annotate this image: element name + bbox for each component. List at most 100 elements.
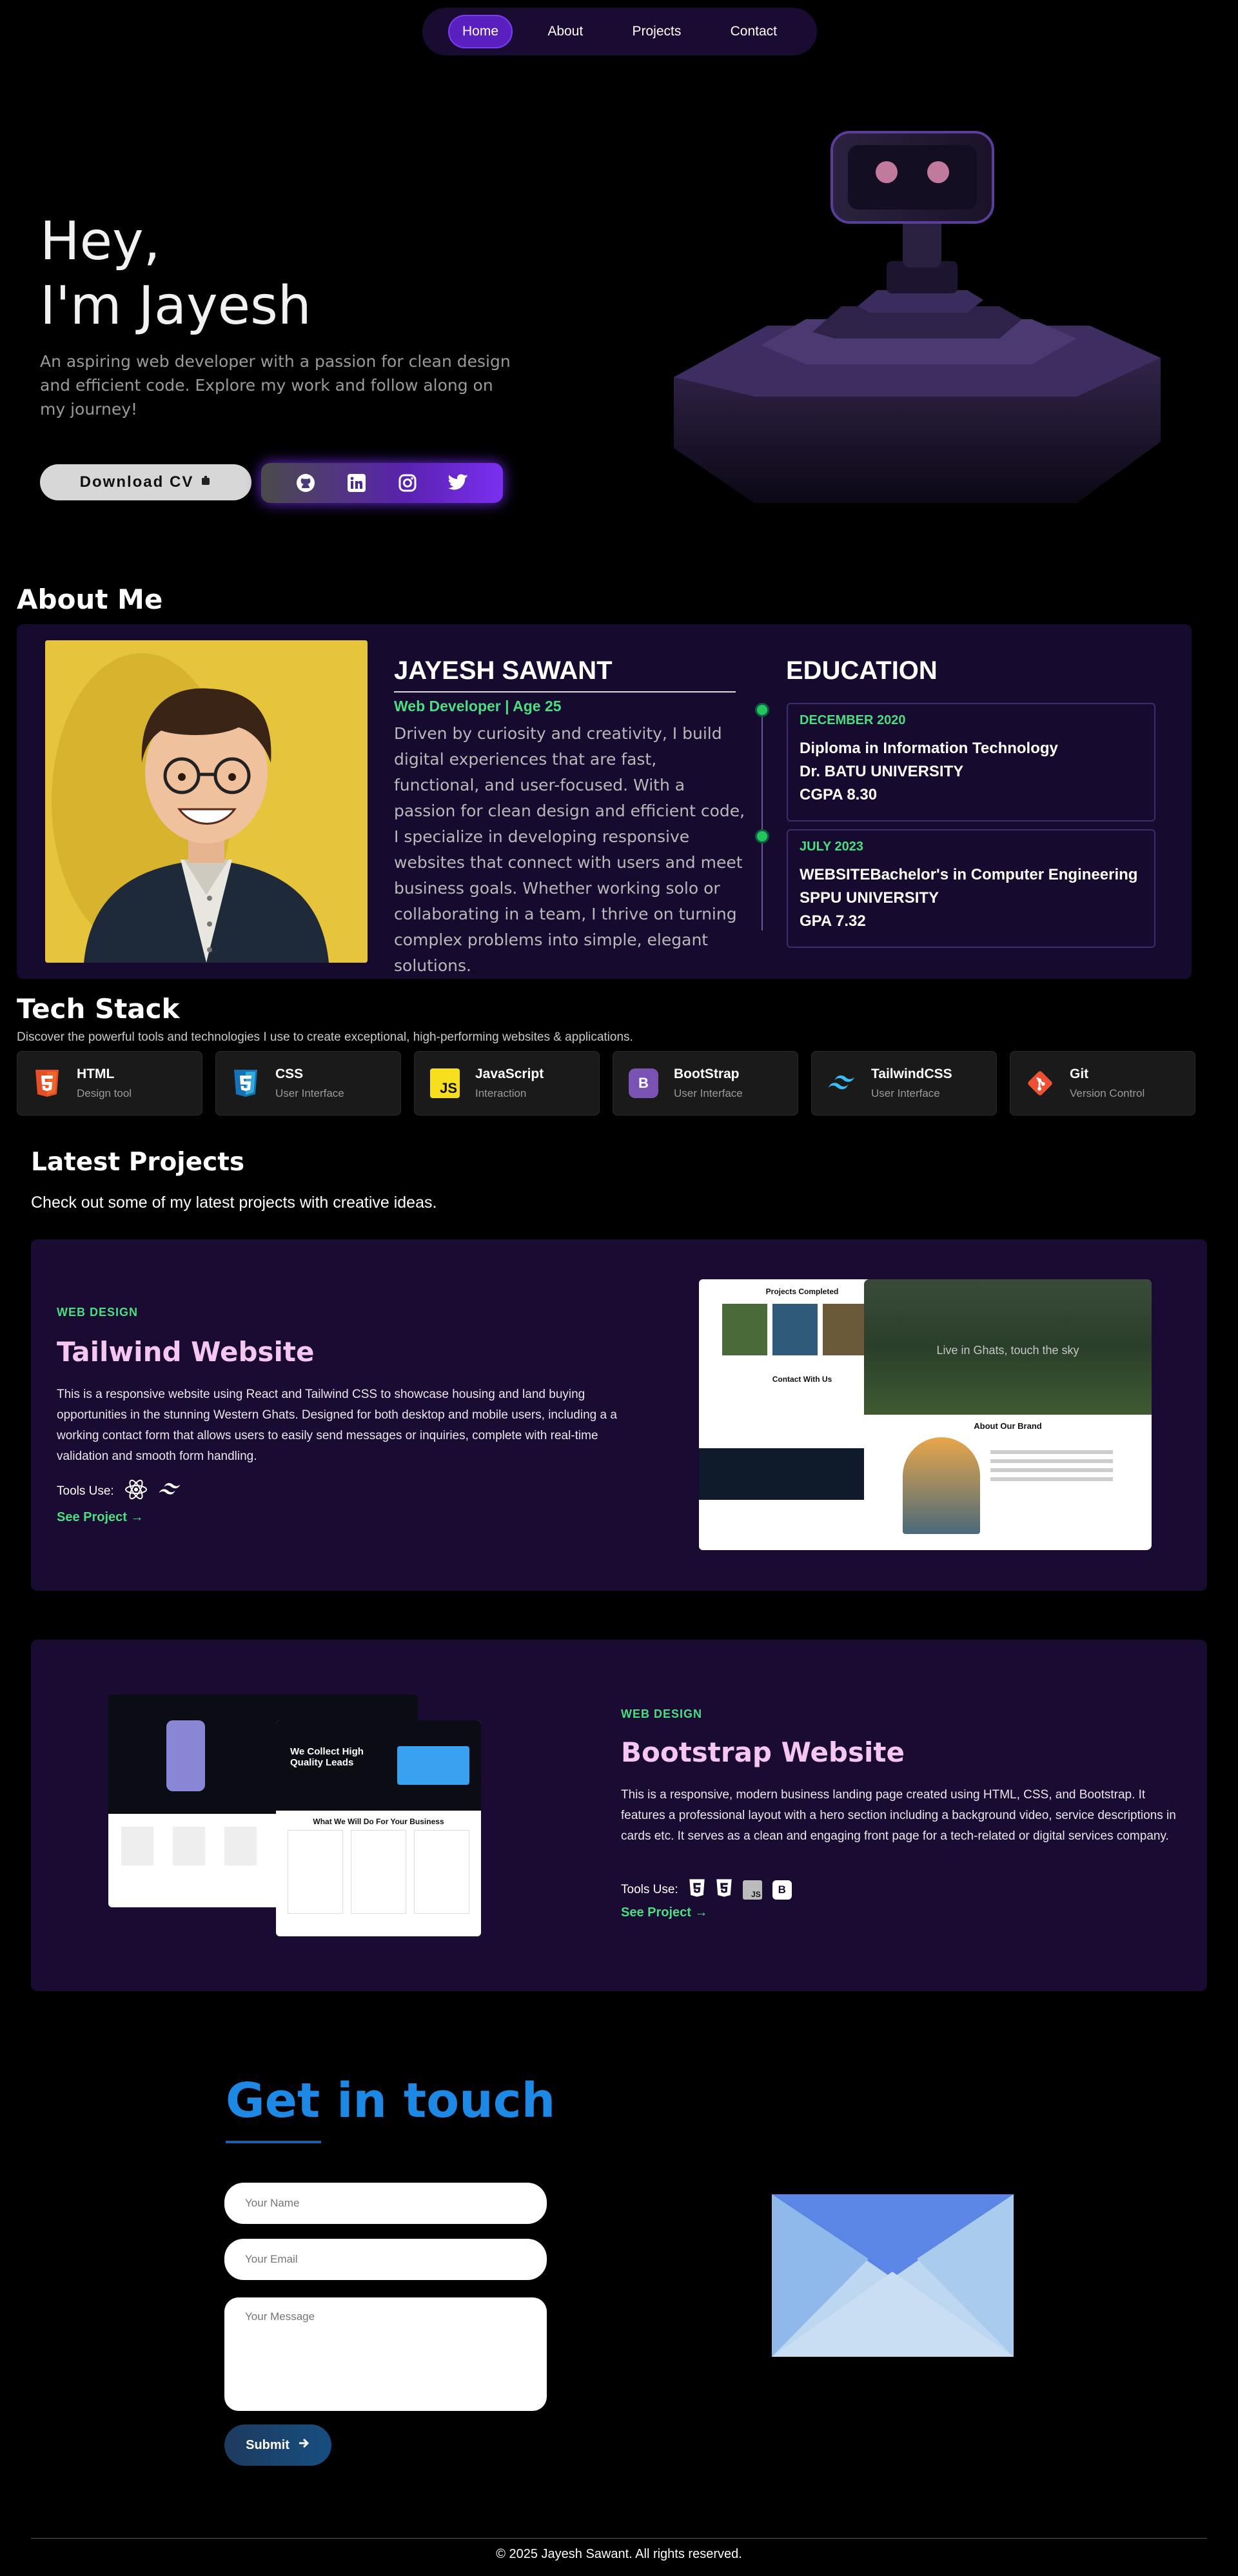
project-description: This is a responsive website using React… (57, 1388, 617, 1463)
tools-label: Tools Use: (621, 1883, 678, 1896)
javascript-icon: JS (430, 1068, 460, 1098)
download-cv-button[interactable]: Download CV (40, 464, 251, 500)
tailwind-icon (158, 1482, 181, 1501)
project-screenshot: Live in Ghats, touch the sky About Our B… (864, 1279, 1152, 1550)
education-date: JULY 2023 (800, 840, 863, 854)
download-icon (200, 473, 211, 491)
tech-card-tailwind[interactable]: TailwindCSS User Interface (811, 1051, 997, 1116)
contact-underline (226, 2141, 321, 2143)
education-entry: JULY 2023 WEBSITEBachelor's in Computer … (787, 829, 1155, 948)
project-title: Tailwind Website (57, 1336, 315, 1368)
see-project-link[interactable]: See Project → (57, 1510, 144, 1525)
timeline-dot (755, 829, 769, 843)
shot-section-b: About Our Brand (974, 1421, 1042, 1431)
git-icon (1026, 1067, 1054, 1099)
footer-copyright: © 2025 Jayesh Sawant. All rights reserve… (496, 2547, 742, 2561)
shot-section: What We Will Do For Your Business (313, 1817, 444, 1826)
tools-label: Tools Use: (57, 1484, 114, 1498)
footer-divider (31, 2538, 1207, 2539)
profile-role: Web Developer | Age 25 (394, 698, 562, 714)
react-icon (124, 1478, 148, 1505)
hero-description: An aspiring web developer with a passion… (40, 352, 511, 418)
tech-name: TailwindCSS (871, 1067, 952, 1081)
bootstrap-icon: B (629, 1068, 658, 1098)
education-degree: WEBSITEBachelor's in Computer Engineerin… (800, 866, 1138, 883)
tech-desc: Interaction (475, 1087, 527, 1099)
tailwind-icon (827, 1067, 856, 1099)
education-timeline (761, 708, 763, 930)
education-degree: Diploma in Information Technology (800, 740, 1058, 757)
project-card: We Collect High Quality Leads What We Wi… (31, 1640, 1207, 1991)
nav-about[interactable]: About (533, 15, 597, 48)
tech-section-title: Tech Stack (17, 993, 180, 1025)
project-category: WEB DESIGN (57, 1306, 139, 1319)
social-links (261, 463, 503, 503)
tech-desc: User Interface (871, 1087, 940, 1099)
about-section-title: About Me (17, 584, 163, 615)
tech-desc: Design tool (77, 1087, 132, 1099)
javascript-icon: JS (742, 1880, 762, 1900)
tech-name: JavaScript (475, 1067, 544, 1081)
html5-icon (33, 1067, 61, 1099)
shot-headline: We Collect High Quality Leads (290, 1746, 364, 1768)
timeline-dot (755, 703, 769, 717)
project-tools: Tools Use: (57, 1478, 181, 1505)
bootstrap-icon: B (772, 1880, 792, 1900)
education-school: Dr. BATU UNIVERSITY (800, 763, 964, 780)
robot-illustration (664, 126, 1167, 545)
instagram-icon[interactable] (396, 471, 419, 495)
envelope-icon (772, 2194, 1014, 2357)
top-nav: Home About Projects Contact (422, 8, 817, 55)
nav-contact[interactable]: Contact (716, 15, 791, 48)
project-tools: Tools Use: JS B (621, 1878, 792, 1902)
profile-avatar (45, 640, 368, 963)
profile-name: JAYESH SAWANT (394, 656, 613, 685)
nav-projects[interactable]: Projects (618, 15, 695, 48)
tech-name: Git (1070, 1067, 1089, 1081)
education-title: EDUCATION (786, 656, 938, 685)
tech-desc: User Interface (674, 1087, 743, 1099)
message-field[interactable] (224, 2297, 547, 2411)
contact-title: Get in touch (226, 2073, 556, 2129)
submit-label: Submit (246, 2437, 290, 2452)
shot-headline: Live in Ghats, touch the sky (936, 1344, 1079, 1357)
linkedin-icon[interactable] (345, 471, 368, 495)
portfolio-page: Home About Projects Contact Hey, I'm Jay… (0, 0, 1238, 2576)
submit-button[interactable]: Submit (224, 2424, 331, 2466)
tech-desc: User Interface (275, 1087, 344, 1099)
tech-card-javascript[interactable]: JS JavaScript Interaction (414, 1051, 600, 1116)
nav-home[interactable]: Home (448, 15, 513, 48)
tech-card-bootstrap[interactable]: B BootStrap User Interface (613, 1051, 798, 1116)
tech-name: HTML (77, 1067, 115, 1081)
email-field[interactable] (224, 2239, 547, 2280)
tech-card-git[interactable]: Git Version Control (1010, 1051, 1195, 1116)
hero-title: Hey, I'm Jayesh (40, 210, 311, 339)
tech-name: BootStrap (674, 1067, 740, 1081)
education-grade: GPA 7.32 (800, 912, 866, 930)
project-title: Bootstrap Website (621, 1736, 905, 1768)
tech-desc: Version Control (1070, 1087, 1145, 1099)
see-project-link[interactable]: See Project → (621, 1905, 708, 1920)
github-icon[interactable] (294, 471, 317, 495)
project-description: This is a responsive, modern business la… (621, 1788, 1176, 1843)
project-category: WEB DESIGN (621, 1707, 703, 1720)
education-date: DECEMBER 2020 (800, 713, 906, 727)
project-screenshot: We Collect High Quality Leads What We Wi… (276, 1720, 481, 1936)
profile-bio: Driven by curiosity and creativity, I bu… (394, 724, 745, 975)
tech-name: CSS (275, 1067, 304, 1081)
education-grade: CGPA 8.30 (800, 786, 878, 803)
hero-name: I'm Jayesh (40, 275, 311, 337)
tech-card-css[interactable]: CSS User Interface (215, 1051, 401, 1116)
education-entry: DECEMBER 2020 Diploma in Information Tec… (787, 703, 1155, 821)
name-field[interactable] (224, 2183, 547, 2224)
download-cv-label: Download CV (79, 473, 194, 491)
name-divider (394, 691, 736, 693)
project-card: WEB DESIGN Tailwind Website This is a re… (31, 1239, 1207, 1591)
css3-icon (231, 1067, 260, 1099)
twitter-icon[interactable] (447, 471, 470, 495)
css3-icon (716, 1878, 732, 1902)
html5-icon (689, 1878, 705, 1902)
tech-card-html[interactable]: HTML Design tool (17, 1051, 202, 1116)
about-card: JAYESH SAWANT Web Developer | Age 25 Dri… (17, 624, 1192, 979)
hero-greeting: Hey, (40, 211, 161, 272)
